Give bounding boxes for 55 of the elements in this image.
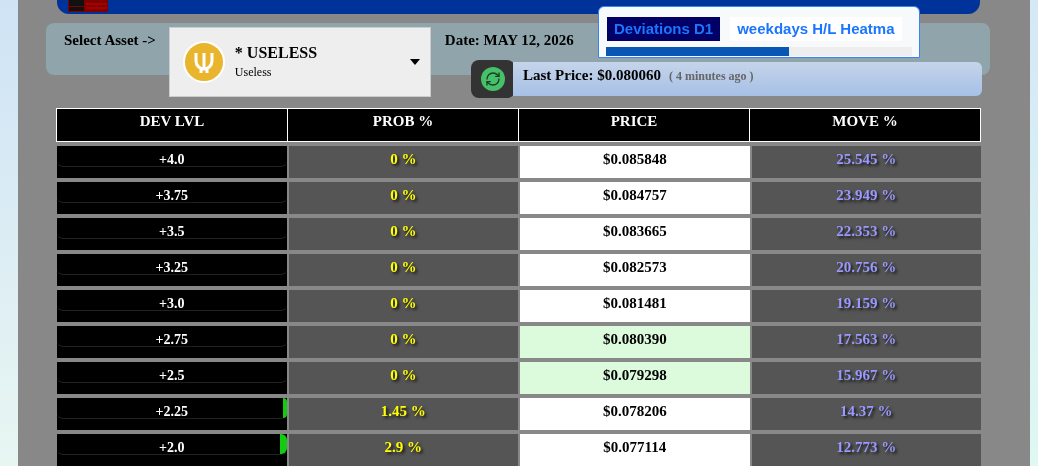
- dev-level-cell: +3.0: [57, 290, 287, 322]
- price-cell: $0.077114: [520, 434, 750, 466]
- price-cell: $0.079298: [520, 362, 750, 394]
- column-header: PROB %: [287, 109, 518, 141]
- last-price: Last Price: $0.080060: [523, 66, 661, 85]
- move-cell: 12.773 %: [751, 434, 981, 466]
- asset-symbol: * USELESS: [234, 43, 319, 63]
- tab[interactable]: weekdays H/L Heatma: [730, 17, 902, 41]
- price-cell: $0.078206: [520, 398, 750, 430]
- probability-cell: 0 %: [288, 290, 518, 322]
- probability-cell: 0 %: [288, 218, 518, 250]
- dev-level-cell: +2.25: [57, 398, 287, 430]
- move-cell: 17.563 %: [751, 326, 981, 358]
- refresh-button[interactable]: [471, 60, 515, 98]
- probability-cell: 0 %: [288, 146, 518, 178]
- refresh-icon: [481, 67, 505, 91]
- dev-level-cell: +3.75: [57, 182, 287, 214]
- price-cell: $0.082573: [520, 254, 750, 286]
- select-asset-label: Select Asset ->: [64, 31, 156, 50]
- price-cell: $0.081481: [520, 290, 750, 322]
- column-header: DEV LVL: [57, 109, 287, 141]
- dev-level-cell: +2.5: [57, 362, 287, 394]
- probability-cell: 0 %: [288, 362, 518, 394]
- dev-level-cell: +3.5: [57, 218, 287, 250]
- move-cell: 22.353 %: [751, 218, 981, 250]
- move-cell: 20.756 %: [751, 254, 981, 286]
- price-cell: $0.080390: [520, 326, 750, 358]
- asset-dropdown[interactable]: * USELESS Useless: [168, 27, 431, 97]
- probability-cell: 2.9 %: [288, 434, 518, 466]
- dev-level-cell: +4.0: [57, 146, 287, 178]
- move-cell: 14.37 %: [751, 398, 981, 430]
- dev-level-cell: +3.25: [57, 254, 287, 286]
- price-age: ( 4 minutes ago ): [668, 68, 754, 85]
- price-cell: $0.084757: [520, 182, 750, 214]
- scrollbar[interactable]: [606, 47, 912, 56]
- caret-icon: [409, 59, 420, 65]
- asset-logo-icon: [182, 41, 225, 83]
- probability-cell: 1.45 %: [288, 398, 518, 430]
- column-header: MOVE %: [749, 109, 980, 141]
- date-label: Date: MAY 12, 2026: [444, 31, 574, 50]
- tab[interactable]: Deviations D1: [607, 17, 721, 41]
- dev-level-cell: +2.0: [57, 434, 287, 466]
- asset-name: Useless: [234, 64, 273, 81]
- flag-icon: [68, 0, 108, 12]
- price-cell: $0.085848: [520, 146, 750, 178]
- probability-cell: 0 %: [288, 326, 518, 358]
- move-cell: 23.949 %: [751, 182, 981, 214]
- price-cell: $0.083665: [520, 218, 750, 250]
- probability-cell: 0 %: [288, 254, 518, 286]
- column-header: PRICE: [518, 109, 749, 141]
- move-cell: 25.545 %: [751, 146, 981, 178]
- dev-level-cell: +2.75: [57, 326, 287, 358]
- move-cell: 19.159 %: [751, 290, 981, 322]
- probability-cell: 0 %: [288, 182, 518, 214]
- move-cell: 15.967 %: [751, 362, 981, 394]
